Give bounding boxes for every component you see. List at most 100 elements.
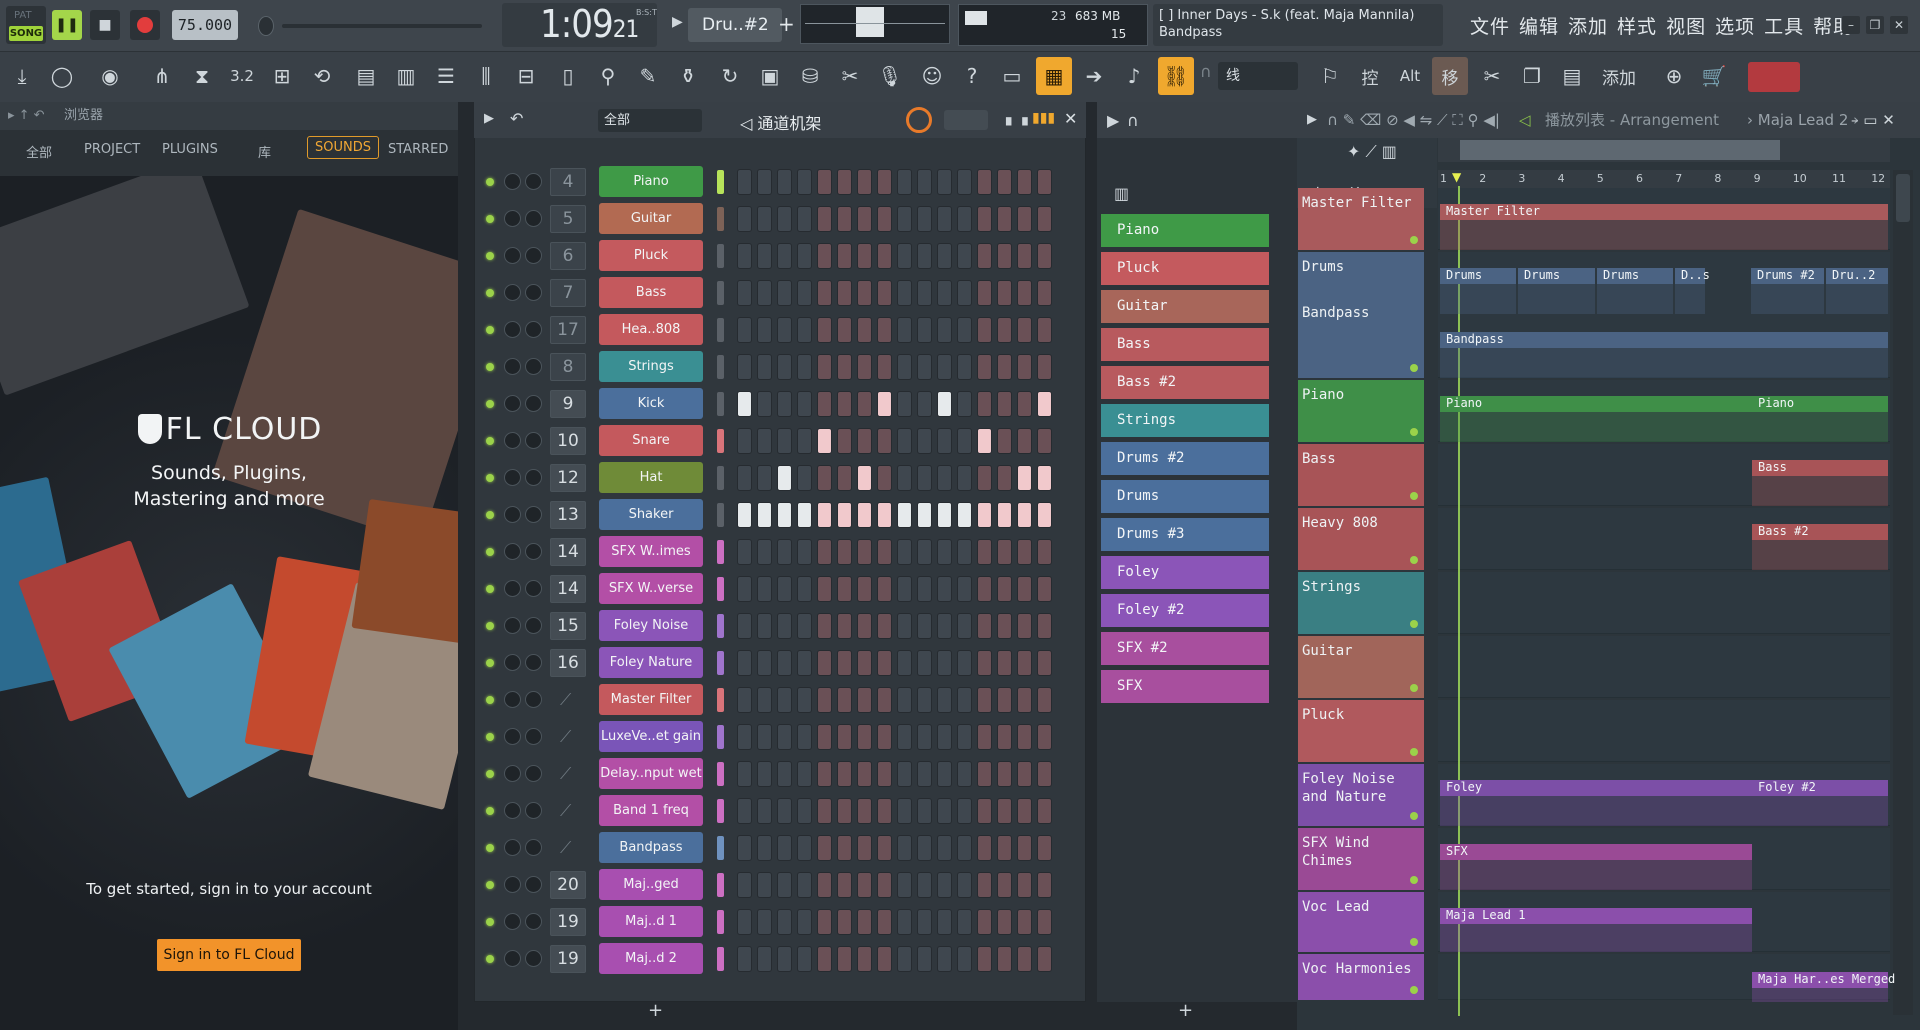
step-button[interactable]: [777, 169, 792, 195]
save-icon[interactable]: ▣: [752, 57, 788, 95]
headphones-icon[interactable]: ∩: [1127, 111, 1139, 130]
step-button[interactable]: [1017, 243, 1032, 269]
step-button[interactable]: [777, 946, 792, 972]
volume-knob[interactable]: [525, 950, 542, 967]
mixer-track-number[interactable]: 17: [550, 316, 586, 344]
step-button[interactable]: [997, 206, 1012, 232]
steps-icon[interactable]: 3.2: [224, 57, 260, 95]
step-button[interactable]: [757, 243, 772, 269]
pan-knob[interactable]: [504, 654, 521, 671]
rack-menu-icon[interactable]: ▶: [484, 111, 494, 126]
step-button[interactable]: [877, 909, 892, 935]
step-button[interactable]: [997, 613, 1012, 639]
step-button[interactable]: [1037, 428, 1052, 454]
clip-drums[interactable]: Drums: [1597, 268, 1673, 314]
clip-foley2[interactable]: Foley #2: [1752, 780, 1888, 826]
playlist-menu-icon[interactable]: ▶: [1307, 102, 1317, 138]
pan-knob[interactable]: [504, 913, 521, 930]
track-led[interactable]: [1410, 236, 1418, 244]
step-button[interactable]: [777, 872, 792, 898]
step-button[interactable]: [837, 576, 852, 602]
channel-select[interactable]: [717, 170, 724, 194]
step-button[interactable]: [957, 243, 972, 269]
pan-knob[interactable]: [504, 358, 521, 375]
playlist-lane[interactable]: [1438, 572, 1890, 634]
step-button[interactable]: [1017, 354, 1032, 380]
clip-foley[interactable]: Foley: [1440, 780, 1752, 826]
control-icon[interactable]: 控: [1352, 57, 1388, 95]
step-button[interactable]: [1037, 613, 1052, 639]
volume-knob[interactable]: [525, 395, 542, 412]
step-button[interactable]: [737, 872, 752, 898]
master-pitch-knob[interactable]: [258, 16, 274, 36]
step-button[interactable]: [1017, 169, 1032, 195]
volume-knob[interactable]: [525, 284, 542, 301]
step-button[interactable]: [817, 280, 832, 306]
step-button[interactable]: [1037, 280, 1052, 306]
volume-knob[interactable]: [525, 839, 542, 856]
picker-item[interactable]: Strings: [1101, 404, 1269, 437]
track-tool-icons[interactable]: ✦ ⟋ ▥: [1347, 142, 1397, 162]
step-button[interactable]: [757, 391, 772, 417]
step-button[interactable]: [757, 354, 772, 380]
volume-knob[interactable]: [525, 543, 542, 560]
marker-icon[interactable]: ⊕: [1656, 57, 1692, 95]
stop-button[interactable]: ■: [90, 10, 120, 40]
step-button[interactable]: [937, 650, 952, 676]
channel-led[interactable]: [486, 363, 494, 371]
picker-item[interactable]: Piano: [1101, 214, 1269, 247]
step-button[interactable]: [917, 687, 932, 713]
step-button[interactable]: [817, 502, 832, 528]
step-button[interactable]: [857, 835, 872, 861]
step-button[interactable]: [737, 724, 752, 750]
step-button[interactable]: [1017, 391, 1032, 417]
step-button[interactable]: [997, 835, 1012, 861]
pan-knob[interactable]: [504, 765, 521, 782]
step-button[interactable]: [1037, 354, 1052, 380]
playlist-window-controls[interactable]: – ▭ ✕: [1851, 102, 1895, 138]
news-flag-icon[interactable]: [1748, 62, 1800, 92]
step-button[interactable]: [777, 243, 792, 269]
track-led[interactable]: [1410, 812, 1418, 820]
step-button[interactable]: [997, 909, 1012, 935]
step-button[interactable]: [937, 391, 952, 417]
pan-knob[interactable]: [504, 691, 521, 708]
step-button[interactable]: [837, 465, 852, 491]
track-header[interactable]: Voc Harmonies: [1298, 954, 1424, 1000]
step-button[interactable]: [1017, 835, 1032, 861]
step-button[interactable]: [857, 206, 872, 232]
step-button[interactable]: [1017, 428, 1032, 454]
clip-drums[interactable]: Dru..2: [1826, 268, 1888, 314]
step-button[interactable]: [957, 206, 972, 232]
step-button[interactable]: [797, 317, 812, 343]
step-button[interactable]: [877, 317, 892, 343]
channel-row[interactable]: 19 Maj..d 2: [474, 940, 1074, 977]
step-button[interactable]: [1037, 835, 1052, 861]
clip-maja-lead[interactable]: Maja Lead 1: [1440, 908, 1752, 952]
maximize-button[interactable]: ❐: [1866, 16, 1884, 34]
blend-icon[interactable]: ⧗: [184, 57, 220, 95]
step-button[interactable]: [857, 761, 872, 787]
step-button[interactable]: [1037, 872, 1052, 898]
track-header[interactable]: Strings: [1298, 572, 1424, 634]
step-button[interactable]: [737, 169, 752, 195]
track-header[interactable]: Drums Bandpass: [1298, 252, 1424, 378]
step-button[interactable]: [1037, 539, 1052, 565]
step-button[interactable]: [777, 428, 792, 454]
step-button[interactable]: [897, 317, 912, 343]
channel-name-button[interactable]: Kick: [599, 388, 703, 419]
step-button[interactable]: [777, 317, 792, 343]
step-button[interactable]: [857, 724, 872, 750]
channel-led[interactable]: [486, 622, 494, 630]
track-header[interactable]: Heavy 808: [1298, 508, 1424, 570]
step-button[interactable]: [957, 724, 972, 750]
step-button[interactable]: [1017, 946, 1032, 972]
graph-icon[interactable]: ▖▗: [1006, 110, 1028, 126]
step-button[interactable]: [1017, 909, 1032, 935]
step-button[interactable]: [977, 650, 992, 676]
channel-row[interactable]: 15 Foley Noise: [474, 607, 1074, 644]
channel-name-button[interactable]: Delay..nput wet: [599, 758, 703, 789]
channel-name-button[interactable]: LuxeVe..et gain: [599, 721, 703, 752]
step-button[interactable]: [797, 354, 812, 380]
picker-item[interactable]: Drums: [1101, 480, 1269, 513]
